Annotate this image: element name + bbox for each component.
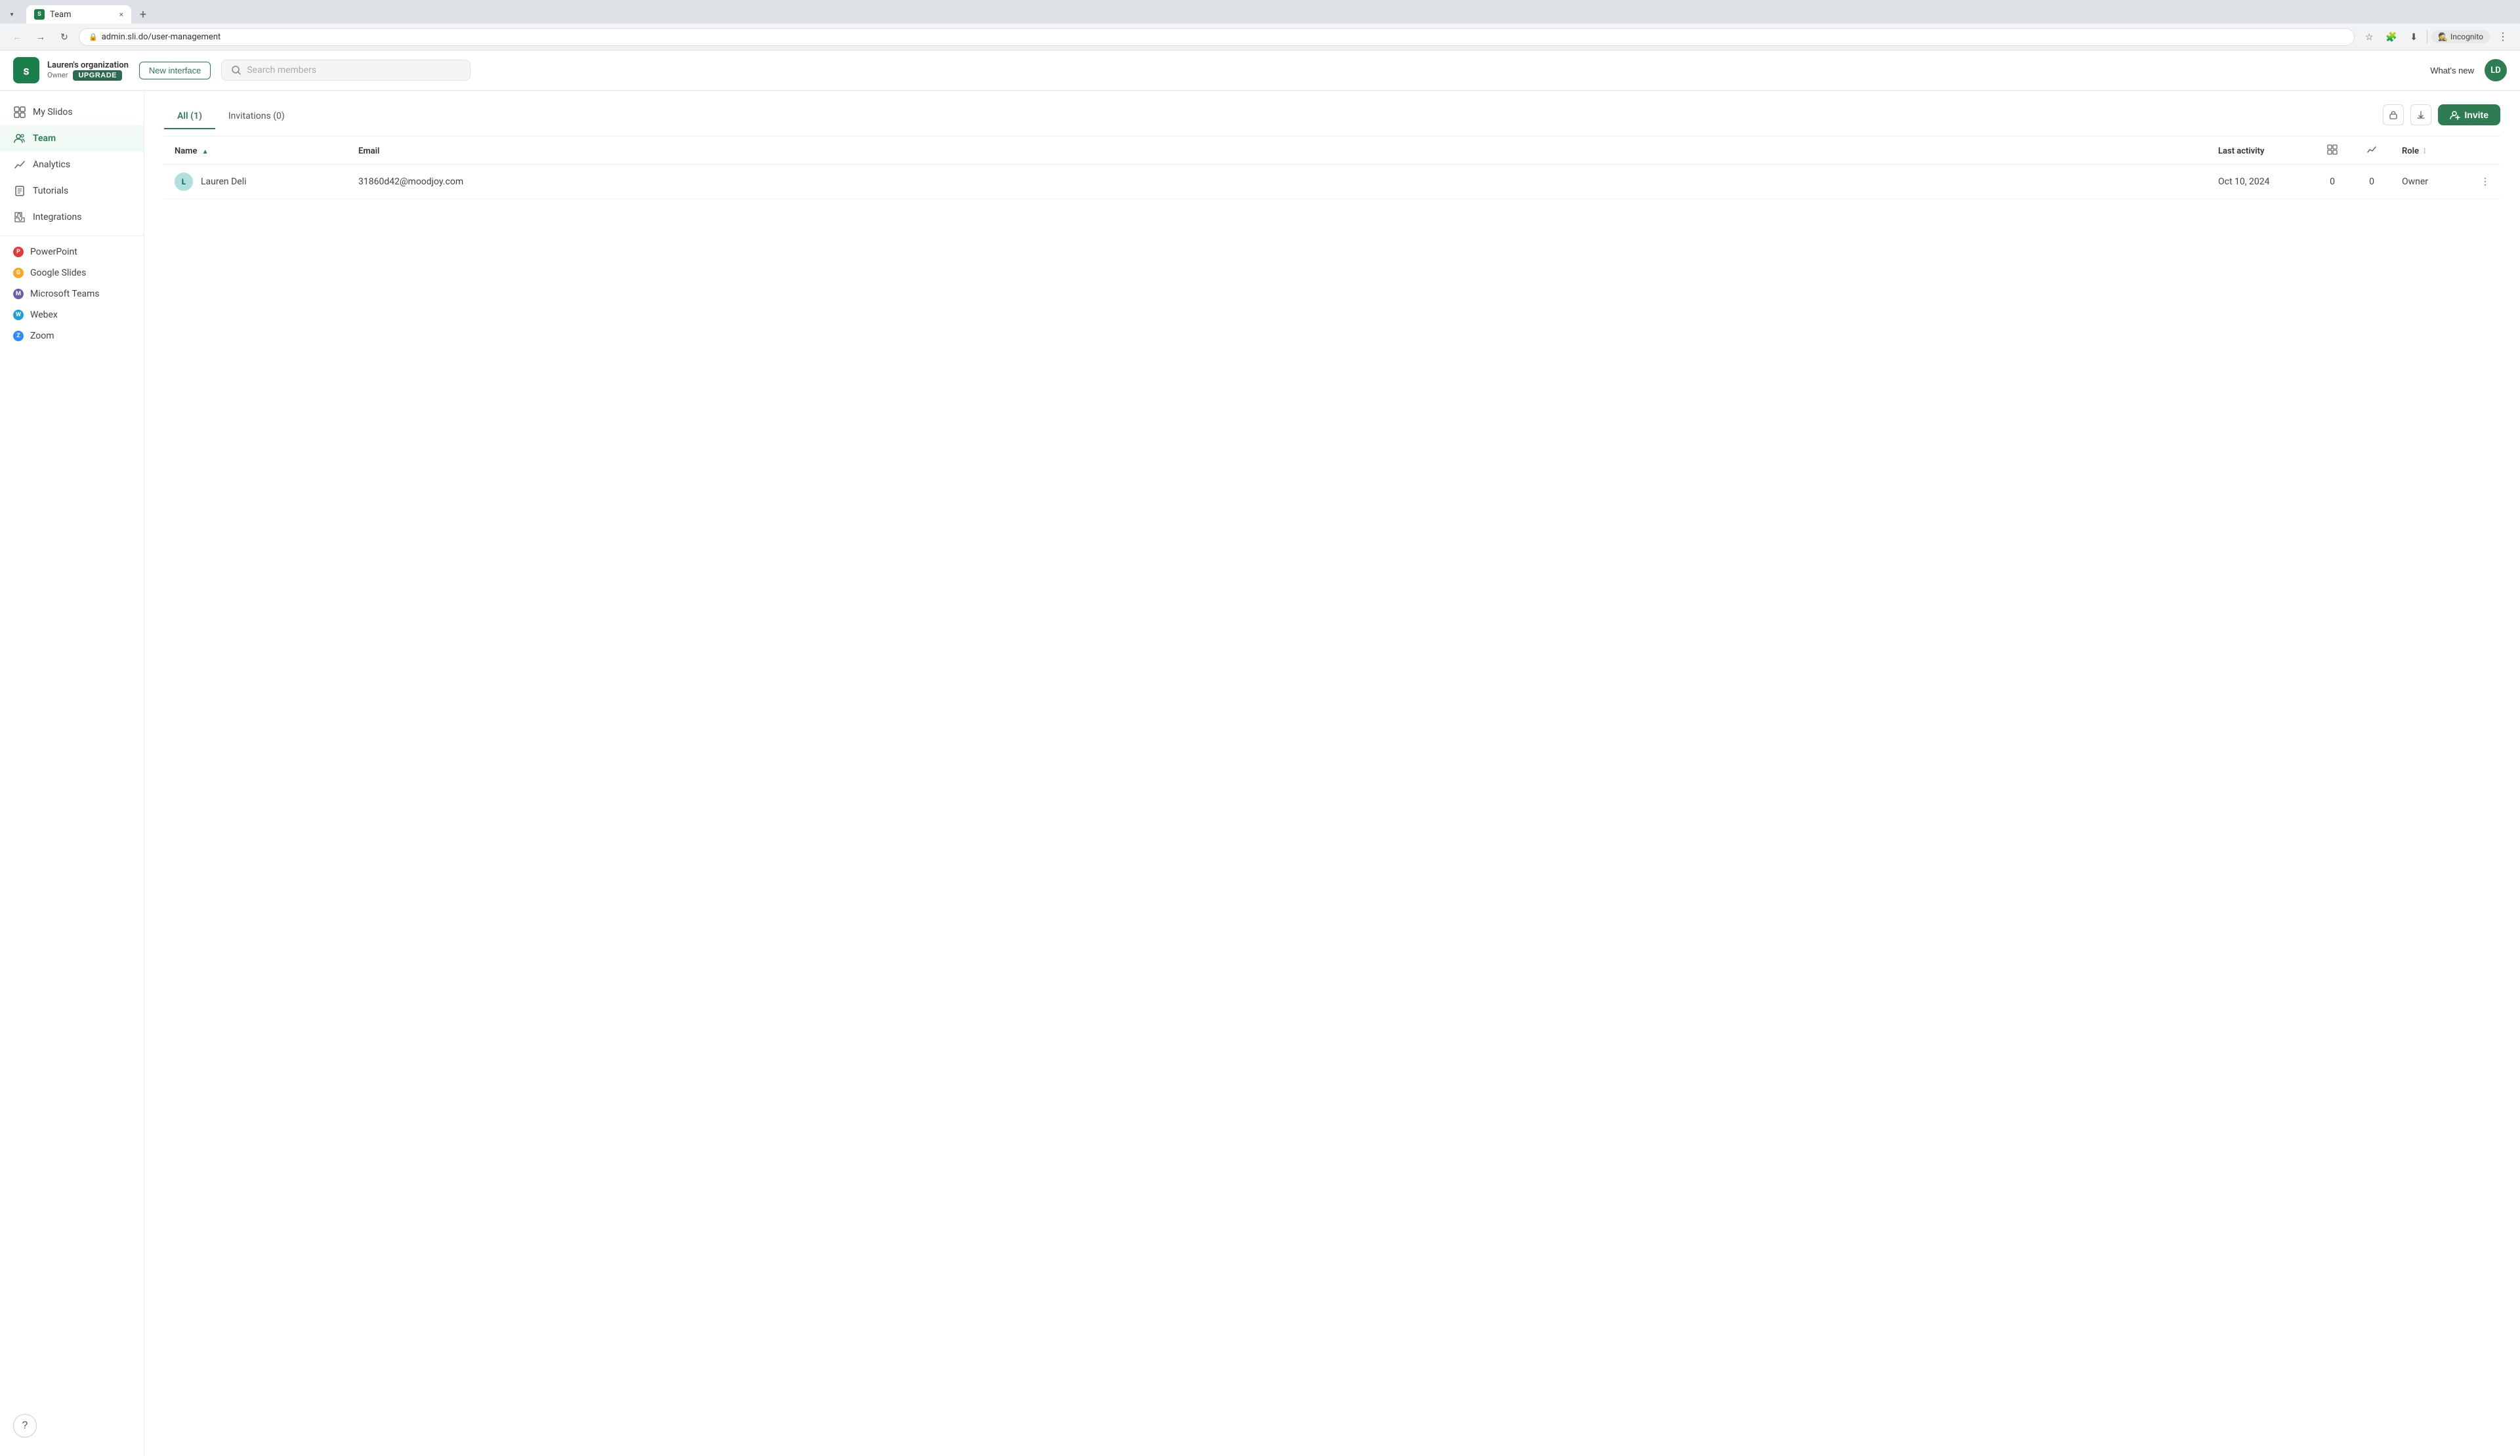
tab-invitations[interactable]: Invitations (0) <box>215 104 298 129</box>
col-charts <box>2352 138 2391 165</box>
sidebar-item-team[interactable]: Team <box>0 125 144 152</box>
active-tab[interactable]: S Team × <box>26 5 131 24</box>
sidebar-item-analytics[interactable]: Analytics <box>0 152 144 178</box>
url-text: admin.sli.do/user-management <box>102 32 221 42</box>
member-name: Lauren Deli <box>201 177 247 187</box>
col-last-activity: Last activity <box>2208 138 2313 165</box>
users-icon <box>13 132 26 145</box>
tab-all[interactable]: All (1) <box>164 104 215 129</box>
sidebar-item-zoom[interactable]: Z Zoom <box>0 325 144 346</box>
member-avatar: L <box>175 173 193 191</box>
tab-actions: Invite <box>2383 104 2500 125</box>
lock-btn[interactable] <box>2383 104 2404 125</box>
org-info: Lauren's organization Owner UPGRADE <box>47 60 129 81</box>
back-btn[interactable]: ← <box>8 28 26 46</box>
bookmark-btn[interactable]: ☆ <box>2360 28 2378 46</box>
members-table: Name ▲ Email Last activity <box>164 138 2500 199</box>
url-bar[interactable]: 🔒 admin.sli.do/user-management <box>79 28 2355 46</box>
powerpoint-icon: P <box>13 247 24 257</box>
sidebar-label-tutorials: Tutorials <box>33 186 68 196</box>
new-interface-button[interactable]: New interface <box>139 62 211 79</box>
lock-icon <box>2389 110 2398 119</box>
org-name: Lauren's organization <box>47 60 129 70</box>
sidebar-item-webex[interactable]: W Webex <box>0 304 144 325</box>
member-slidos-count: 0 <box>2313 165 2352 199</box>
browser-more-btn[interactable]: ⋮ <box>2494 28 2512 46</box>
search-icon <box>231 65 242 75</box>
sidebar: My Slidos Team Analytics <box>0 91 144 1456</box>
member-name-cell: L Lauren Deli <box>164 165 348 199</box>
sidebar-label-my-slidos: My Slidos <box>33 107 73 117</box>
app-header: s Lauren's organization Owner UPGRADE Ne… <box>0 51 2520 91</box>
app-body: My Slidos Team Analytics <box>0 91 2520 1456</box>
webex-icon: W <box>13 310 24 320</box>
col-name[interactable]: Name ▲ <box>164 138 348 165</box>
incognito-icon: 🕵 <box>2438 32 2448 41</box>
slido-logo: s <box>13 57 39 83</box>
member-last-activity: Oct 10, 2024 <box>2208 165 2313 199</box>
charts-col-icon <box>2366 144 2377 155</box>
download-btn[interactable]: ⬇ <box>2404 28 2423 46</box>
slidos-col-icon <box>2327 144 2338 155</box>
tab-title: Team <box>50 10 72 20</box>
zoom-label: Zoom <box>30 331 54 341</box>
puzzle-icon <box>13 211 26 224</box>
invite-button[interactable]: Invite <box>2438 104 2500 125</box>
google-slides-icon: G <box>13 268 24 278</box>
sidebar-label-integrations: Integrations <box>33 212 81 222</box>
owner-label: Owner <box>47 71 68 79</box>
member-more-btn[interactable]: ⋮ <box>2470 165 2500 199</box>
microsoft-teams-label: Microsoft Teams <box>30 289 100 299</box>
tab-favicon: S <box>34 9 45 20</box>
main-content: All (1) Invitations (0) <box>144 91 2520 1456</box>
help-button[interactable]: ? <box>13 1414 37 1438</box>
book-icon <box>13 184 26 198</box>
sidebar-item-tutorials[interactable]: Tutorials <box>0 178 144 204</box>
powerpoint-label: PowerPoint <box>30 247 77 257</box>
lock-icon: 🔒 <box>89 33 98 41</box>
download-icon <box>2416 110 2426 119</box>
sidebar-item-microsoft-teams[interactable]: M Microsoft Teams <box>0 283 144 304</box>
zoom-icon: Z <box>13 331 24 341</box>
sort-icon: ▲ <box>202 148 209 156</box>
incognito-label: Incognito <box>2450 32 2483 41</box>
download-btn[interactable] <box>2410 104 2431 125</box>
sidebar-label-analytics: Analytics <box>33 159 70 170</box>
table-row: L Lauren Deli 31860d42@moodjoy.com Oct 1… <box>164 165 2500 199</box>
extensions-btn[interactable]: 🧩 <box>2382 28 2401 46</box>
sidebar-item-integrations[interactable]: Integrations <box>0 204 144 230</box>
sidebar-label-team: Team <box>33 133 56 144</box>
col-role[interactable]: Role ⫶ <box>2391 138 2470 165</box>
member-role: Owner <box>2391 165 2470 199</box>
search-placeholder: Search members <box>247 65 316 75</box>
sidebar-item-powerpoint[interactable]: P PowerPoint <box>0 241 144 262</box>
col-slidos <box>2313 138 2352 165</box>
tab-history-btn[interactable]: ▾ <box>5 8 18 21</box>
forward-btn[interactable]: → <box>32 28 50 46</box>
webex-label: Webex <box>30 310 58 320</box>
invite-label: Invite <box>2464 110 2488 120</box>
google-slides-label: Google Slides <box>30 268 86 278</box>
grid-icon <box>13 106 26 119</box>
member-charts-count: 0 <box>2352 165 2391 199</box>
whats-new-button[interactable]: What's new <box>2430 66 2474 75</box>
filter-icon: ⫶ <box>2424 148 2426 156</box>
tab-close-btn[interactable]: × <box>119 10 123 19</box>
new-tab-btn[interactable]: + <box>134 5 152 24</box>
chart-icon <box>13 158 26 171</box>
reload-btn[interactable]: ↻ <box>55 28 74 46</box>
logo-area: s Lauren's organization Owner UPGRADE <box>13 57 129 83</box>
sidebar-item-google-slides[interactable]: G Google Slides <box>0 262 144 283</box>
microsoft-teams-icon: M <box>13 289 24 299</box>
member-email: 31860d42@moodjoy.com <box>348 165 2208 199</box>
search-bar[interactable]: Search members <box>221 60 471 81</box>
add-person-icon <box>2450 110 2460 120</box>
col-email: Email <box>348 138 2208 165</box>
svg-text:s: s <box>23 64 29 78</box>
user-avatar[interactable]: LD <box>2485 59 2507 81</box>
sidebar-item-my-slidos[interactable]: My Slidos <box>0 99 144 125</box>
incognito-badge: 🕵 Incognito <box>2431 30 2490 43</box>
upgrade-button[interactable]: UPGRADE <box>73 70 122 81</box>
